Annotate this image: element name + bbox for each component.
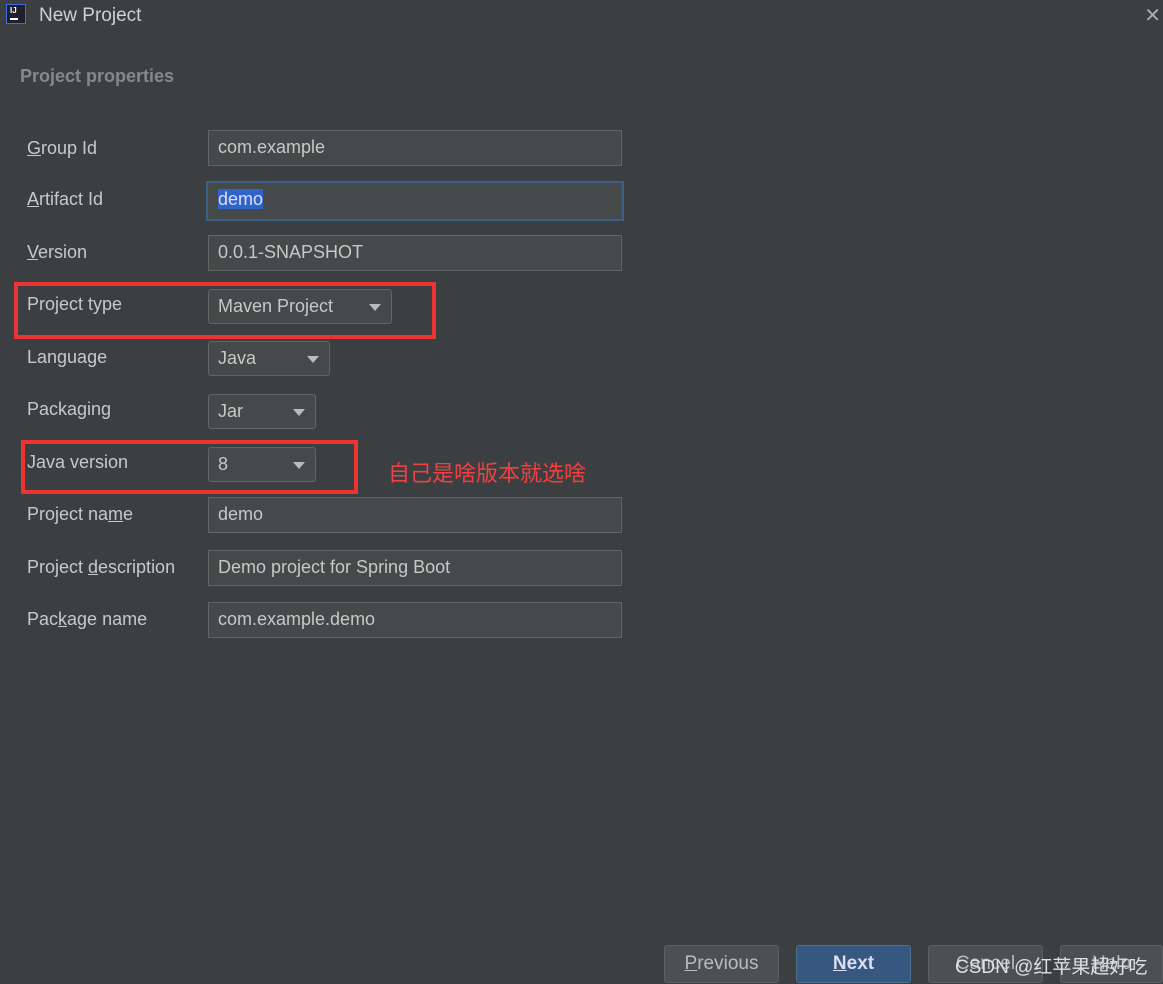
language-select[interactable]: Java xyxy=(208,341,330,376)
annotation-box-project-type xyxy=(14,282,436,339)
language-value: Java xyxy=(218,348,257,368)
project-name-label: Project name xyxy=(27,504,134,524)
annotation-note: 自己是啥版本就选啥 xyxy=(388,461,587,486)
window-title: New Project xyxy=(39,5,142,26)
version-input[interactable]: 0.0.1-SNAPSHOT xyxy=(208,235,622,271)
version-label: Version xyxy=(27,242,88,262)
csdn-watermark: CSDN @红苹果超好吃 xyxy=(955,957,1148,978)
previous-button[interactable]: Previous xyxy=(664,945,779,983)
packaging-select[interactable]: Jar xyxy=(208,394,316,429)
package-name-label: Package name xyxy=(27,609,148,629)
next-button[interactable]: Next xyxy=(796,945,911,983)
group-id-input[interactable]: com.example xyxy=(208,130,622,166)
chevron-down-icon xyxy=(307,356,319,363)
intellij-app-icon: IJ xyxy=(6,4,26,24)
project-description-input[interactable]: Demo project for Spring Boot xyxy=(208,550,622,586)
project-name-input[interactable]: demo xyxy=(208,497,622,533)
artifact-id-input[interactable]: demo xyxy=(206,181,624,221)
artifact-id-label: Artifact Id xyxy=(27,189,104,209)
project-description-label: Project description xyxy=(27,557,176,577)
section-title: Project properties xyxy=(20,66,175,86)
annotation-box-java-version xyxy=(21,440,358,494)
close-icon[interactable]: ✕ xyxy=(1144,3,1161,28)
chevron-down-icon xyxy=(293,409,305,416)
packaging-label: Packaging xyxy=(27,399,112,419)
title-bar: IJ New Project ✕ xyxy=(0,0,1163,36)
group-id-label: Group Id xyxy=(27,138,98,158)
package-name-input[interactable]: com.example.demo xyxy=(208,602,622,638)
artifact-id-selected-text: demo xyxy=(218,189,264,209)
language-label: Language xyxy=(27,347,108,367)
packaging-value: Jar xyxy=(218,401,244,421)
